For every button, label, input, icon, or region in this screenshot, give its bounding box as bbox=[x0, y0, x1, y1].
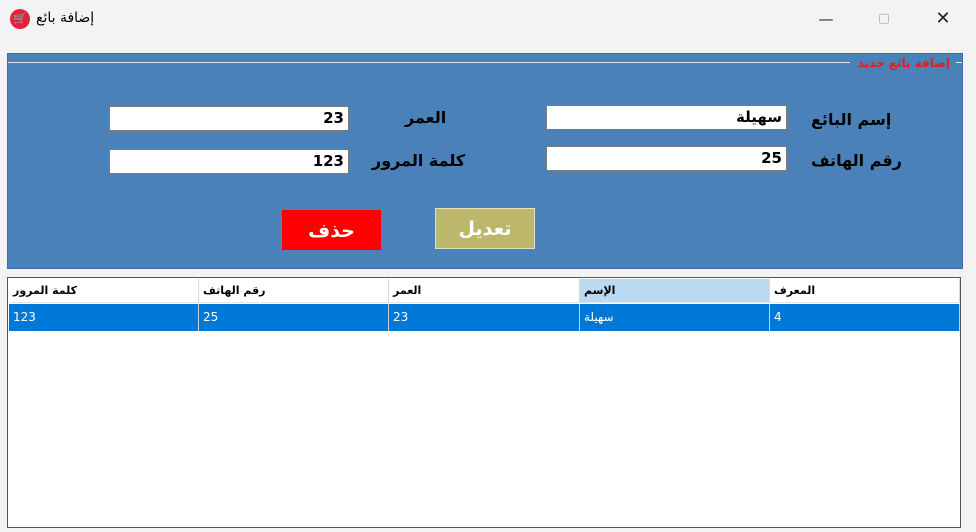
password-label: كلمة المرور bbox=[372, 151, 466, 170]
age-label: العمر bbox=[405, 108, 447, 127]
seller-name-label: إسم البائع bbox=[811, 110, 892, 129]
maximize-button[interactable]: ▢ bbox=[861, 0, 907, 38]
delete-button[interactable]: حذف bbox=[282, 210, 381, 250]
table-cell-id[interactable]: 4 bbox=[770, 304, 960, 331]
group-title: إضافة بائع جديد bbox=[855, 56, 952, 70]
table-cell-password[interactable]: 123 bbox=[9, 304, 199, 331]
group-border-line bbox=[8, 62, 850, 63]
phone-label: رقم الهاتف bbox=[811, 151, 902, 170]
seller-name-input[interactable]: سهيلة bbox=[546, 105, 787, 130]
title-bar: 🛒 إضافة بائع — ▢ ✕ bbox=[0, 0, 976, 38]
age-input[interactable]: 23 bbox=[109, 106, 349, 131]
column-header-age[interactable]: العمر bbox=[389, 279, 580, 303]
group-border-line-right bbox=[956, 62, 962, 63]
table-cell-name[interactable]: سهيلة bbox=[580, 304, 770, 331]
table-cell-age[interactable]: 23 bbox=[389, 304, 580, 331]
column-header-password[interactable]: كلمة المرور bbox=[9, 279, 199, 303]
shopping-cart-icon: 🛒 bbox=[10, 9, 30, 29]
column-header-name[interactable]: الإسم bbox=[580, 279, 770, 303]
sellers-table[interactable]: كلمة المرور رقم الهاتف العمر الإسم المعر… bbox=[7, 277, 961, 528]
minimize-button[interactable]: — bbox=[803, 0, 849, 38]
close-button[interactable]: ✕ bbox=[920, 0, 966, 38]
column-header-id[interactable]: المعرف bbox=[770, 279, 960, 303]
phone-input[interactable]: 25 bbox=[546, 146, 787, 171]
password-input[interactable]: 123 bbox=[109, 149, 349, 174]
window-title: إضافة بائع bbox=[36, 10, 95, 26]
edit-button[interactable]: تعديل bbox=[435, 208, 535, 249]
table-cell-phone[interactable]: 25 bbox=[199, 304, 389, 331]
column-header-phone[interactable]: رقم الهاتف bbox=[199, 279, 389, 303]
